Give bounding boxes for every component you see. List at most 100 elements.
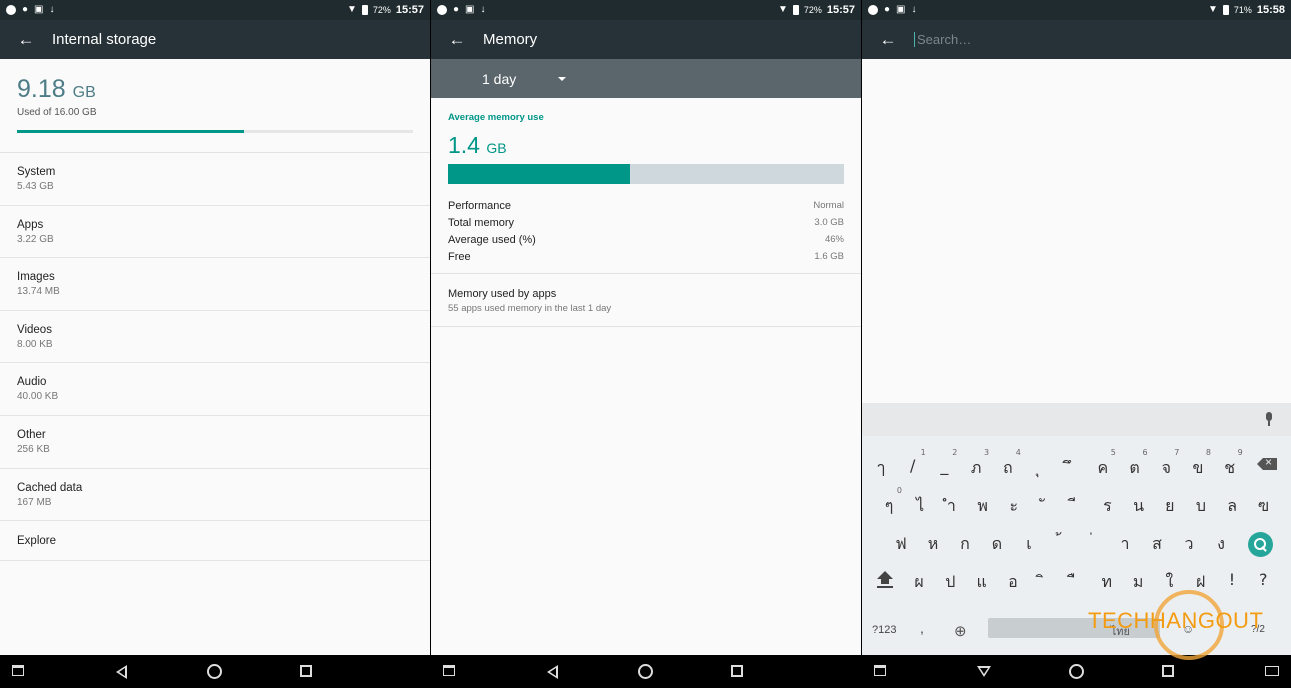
keyboard-key[interactable]: ? [1248,570,1278,589]
keyboard-key[interactable]: ื [1061,570,1091,595]
storage-item-images[interactable]: Images 13.74 MB [0,258,430,311]
keyboard-row-4: ผปแอิืทมใฝ!? [862,570,1291,608]
back-arrow-icon[interactable]: ← [862,30,914,50]
keyboard-key[interactable]: ฝ [1186,570,1216,595]
keyboard-key[interactable]: ว [1174,532,1204,557]
keyboard-key[interactable]: ะ [999,494,1029,519]
keyboard-key[interactable]: /1 [898,448,928,475]
keyboard-key[interactable]: ใ [1154,570,1184,595]
keyboard-key[interactable]: อ [998,570,1028,595]
keyboard-key[interactable]: ๅ [866,456,896,481]
image-icon: ▣ [465,4,475,15]
memory-used-by-apps-item[interactable]: Memory used by apps 55 apps used memory … [431,274,861,327]
back-arrow-icon[interactable]: ← [431,30,483,50]
emoji-icon[interactable]: ☺ [1182,622,1194,636]
storage-item-other[interactable]: Other 256 KB [0,416,430,469]
keyboard-key[interactable]: า [1110,532,1140,557]
average-memory-section: Average memory use 1.4 GB Performance No… [431,98,861,274]
storage-used-number: 9.18 [17,75,66,103]
window-icon[interactable] [443,665,455,676]
keyboard-key[interactable]: แ [967,570,997,595]
keyboard-key[interactable]: ห [918,532,948,557]
storage-item-cached-data[interactable]: Cached data 167 MB [0,469,430,522]
keyboard-key[interactable]: ง [1206,532,1236,557]
punctuation-key[interactable]: ?/2 [1251,624,1265,635]
period-selector[interactable]: 1 day [431,59,861,98]
app-bar: ← Internal storage [0,20,430,59]
keyboard-key[interactable]: ท [1092,570,1122,595]
keyboard-key[interactable]: น [1124,494,1154,519]
search-key-icon[interactable] [1248,532,1273,557]
storage-item-apps[interactable]: Apps 3.22 GB [0,206,430,259]
shift-key-icon[interactable] [876,571,894,589]
storage-item-videos[interactable]: Videos 8.00 KB [0,311,430,364]
keyboard-key[interactable]: บ [1186,494,1216,519]
keyboard-key[interactable]: ล [1217,494,1247,519]
keyboard-key[interactable]: พ [968,494,998,519]
keyboard-key[interactable]: ำ [936,494,966,519]
keyboard-key[interactable]: ผ [904,570,934,595]
home-icon[interactable] [207,664,222,679]
symbols-key[interactable]: ?123 [872,624,896,636]
keyboard-key[interactable]: ย [1155,494,1185,519]
battery-percent: 71% [1233,5,1252,15]
keyboard-key[interactable]: ร [1092,494,1122,519]
keyboard-key[interactable]: ฟ [886,532,916,557]
window-icon[interactable] [874,665,886,676]
keyboard-key[interactable]: ิ [1029,570,1059,595]
recent-apps-icon[interactable] [731,665,743,677]
search-input[interactable] [914,32,1214,47]
keyboard-key[interactable]: _ 2 [929,448,959,475]
key-number-hint: 5 [1110,448,1116,457]
space-bar[interactable]: ไทย [988,618,1160,638]
keyboard-key[interactable]: ช9 [1215,448,1245,481]
list-item-value: 5.43 GB [17,181,54,192]
keyboard-key[interactable]: ก [950,532,980,557]
storage-item-explore[interactable]: Explore [0,521,430,562]
back-triangle-icon[interactable] [547,665,558,679]
clock: 15:57 [395,4,424,16]
keyboard-key[interactable]: ข8 [1183,448,1213,481]
storage-progress-bar [17,130,413,133]
comma-key[interactable]: , [920,620,924,636]
list-item-value: 13.74 MB [17,286,60,298]
stat-value: 3.0 GB [814,217,844,228]
keyboard-key[interactable]: ฃ [1248,494,1278,519]
globe-icon[interactable]: ⊕ [954,622,967,640]
recent-apps-icon[interactable] [300,665,312,677]
keyboard-key[interactable]: ! [1217,570,1247,589]
clock: 15:57 [826,4,855,16]
keyboard-key[interactable]: ถ4 [993,448,1023,481]
storage-item-audio[interactable]: Audio 40.00 KB [0,363,430,416]
hide-keyboard-icon[interactable] [977,666,991,677]
keyboard-key[interactable]: ๆ0 [874,486,904,519]
keyboard-key[interactable]: ่ [1078,532,1108,557]
storage-item-system[interactable]: System 5.43 GB [0,153,430,206]
keyboard-key[interactable]: ส [1142,532,1172,557]
keyboard-key[interactable]: ป [935,570,965,595]
home-icon[interactable] [638,664,653,679]
back-arrow-icon[interactable]: ← [0,30,52,50]
keyboard-key[interactable]: ี [1061,494,1091,519]
keyboard-key[interactable]: ต6 [1120,448,1150,481]
key-number-hint: 8 [1205,448,1211,457]
keyboard-key[interactable]: ค5 [1088,448,1118,481]
keyboard-key[interactable]: ุ [1025,456,1055,481]
wifi-icon: ▼ [346,4,357,15]
microphone-icon[interactable] [1265,412,1273,426]
keyboard-switch-icon[interactable] [1265,666,1279,676]
notification-icon [437,5,447,15]
recent-apps-icon[interactable] [1162,665,1174,677]
keyboard-key[interactable]: ไ [905,494,935,519]
keyboard-key[interactable]: ม [1123,570,1153,595]
keyboard-key[interactable]: เ [1014,532,1044,557]
keyboard-key[interactable]: จ7 [1151,448,1181,481]
keyboard-key[interactable]: ภ3 [961,448,991,481]
keyboard-key[interactable]: ด [982,532,1012,557]
home-icon[interactable] [1069,664,1084,679]
keyboard-key[interactable]: ึ [1056,456,1086,481]
keyboard-key[interactable]: ั [1030,494,1060,519]
keyboard-key[interactable]: ้ [1046,532,1076,557]
back-triangle-icon[interactable] [116,665,127,679]
window-icon[interactable] [12,665,24,676]
